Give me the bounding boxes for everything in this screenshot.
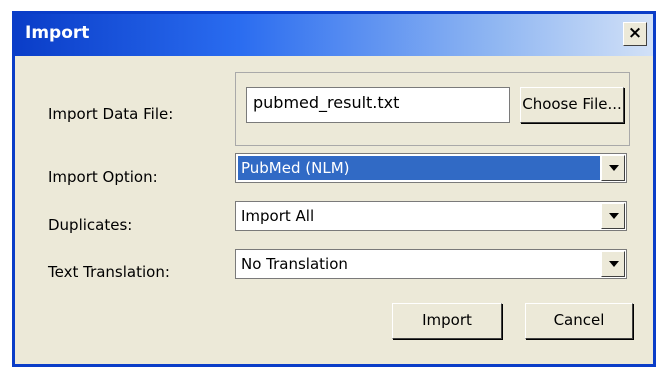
close-icon: × xyxy=(627,23,643,43)
import-option-value: PubMed (NLM) xyxy=(238,156,600,180)
title-bar[interactable]: Import × xyxy=(15,14,653,56)
import-dialog: Import × Import Data File: pubmed_result… xyxy=(12,11,656,367)
import-option-label: Import Option: xyxy=(48,168,158,186)
cancel-button[interactable]: Cancel xyxy=(525,303,633,339)
chevron-down-icon[interactable] xyxy=(601,155,625,181)
chevron-down-icon[interactable] xyxy=(601,203,625,229)
chevron-down-icon[interactable] xyxy=(601,251,625,277)
choose-file-button[interactable]: Choose File... xyxy=(520,87,624,123)
window-title: Import xyxy=(25,23,90,43)
import-option-select[interactable]: PubMed (NLM) xyxy=(235,153,627,183)
close-button[interactable]: × xyxy=(623,22,647,46)
duplicates-select[interactable]: Import All xyxy=(235,201,627,231)
text-translation-value: No Translation xyxy=(241,255,348,273)
text-translation-select[interactable]: No Translation xyxy=(235,249,627,279)
duplicates-value: Import All xyxy=(241,207,315,225)
import-button[interactable]: Import xyxy=(392,303,502,339)
text-translation-label: Text Translation: xyxy=(48,263,170,281)
duplicates-label: Duplicates: xyxy=(48,216,133,234)
import-data-file-input[interactable]: pubmed_result.txt xyxy=(246,87,510,123)
import-data-file-label: Import Data File: xyxy=(48,105,174,123)
